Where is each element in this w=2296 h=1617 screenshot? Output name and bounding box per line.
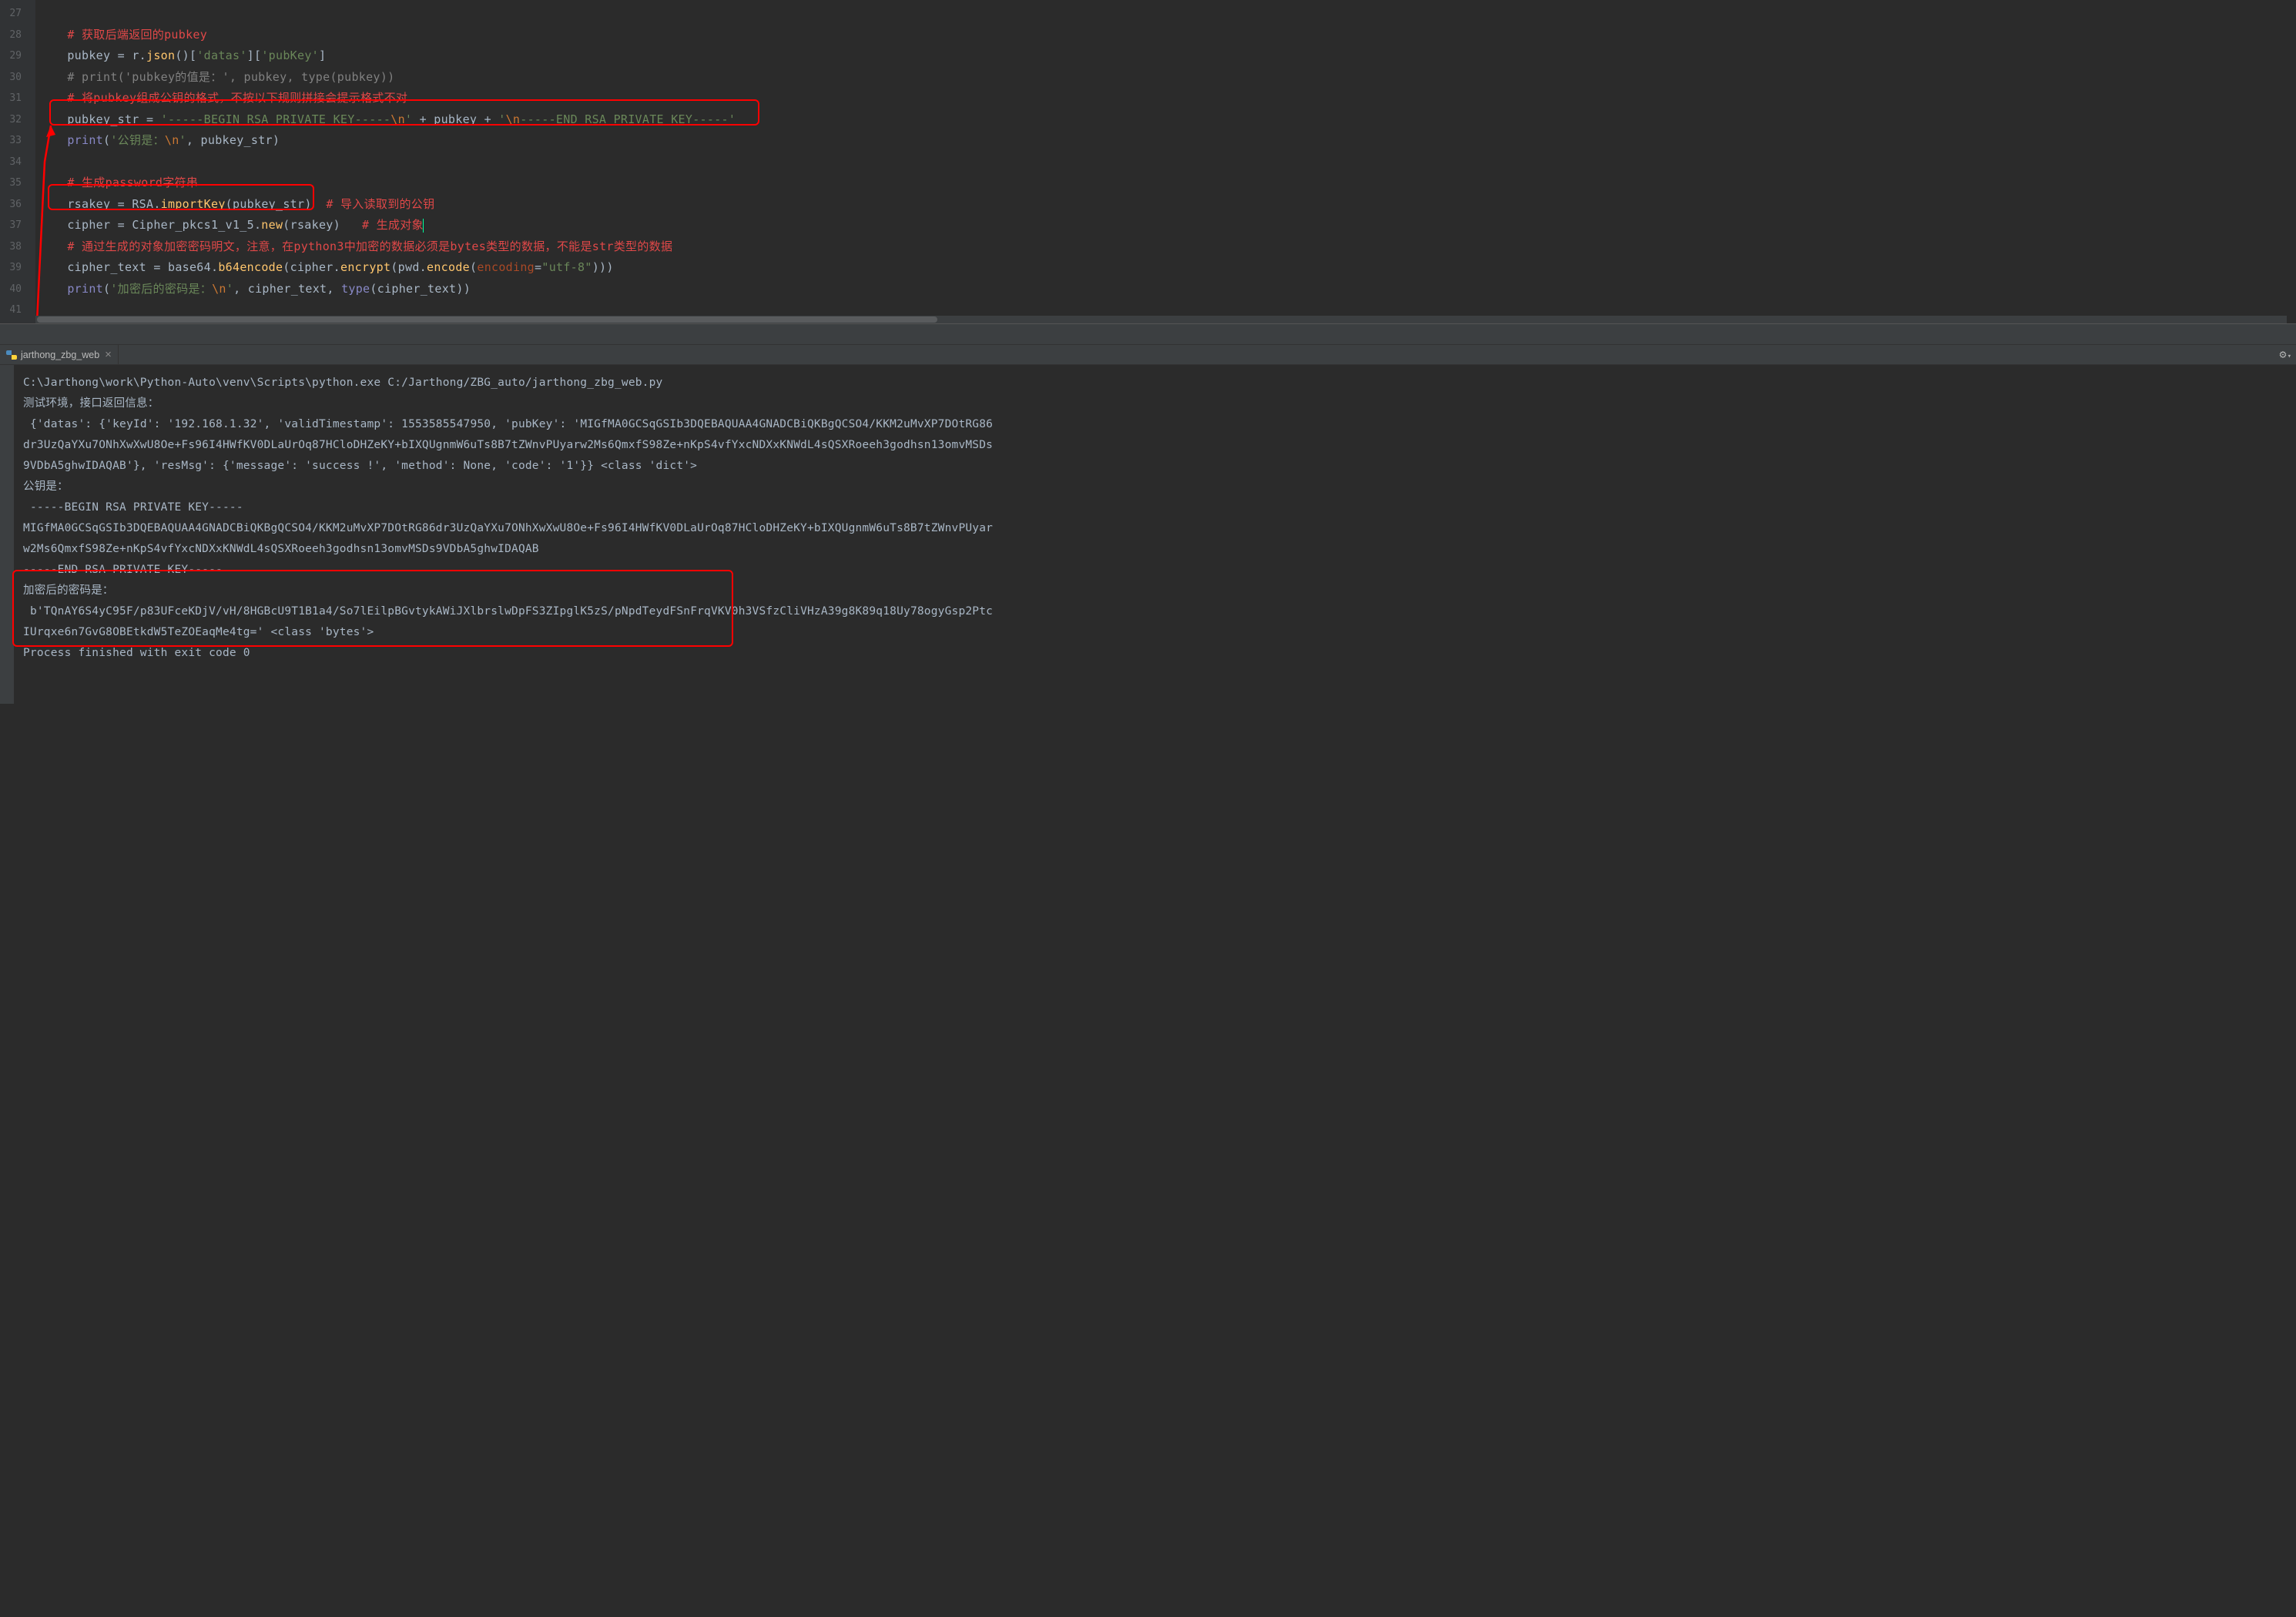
code-line[interactable]: # 生成password字符串 xyxy=(39,172,2296,194)
line-number: 33 xyxy=(0,130,35,152)
line-number: 41 xyxy=(0,300,35,321)
line-number: 31 xyxy=(0,88,35,109)
console-line: {'datas': {'keyId': '192.168.1.32', 'val… xyxy=(23,414,994,477)
code-line[interactable]: # 将pubkey组成公钥的格式，不按以下规则拼接会提示格式不对 xyxy=(39,88,2296,109)
editor-caret xyxy=(423,219,424,233)
console-line: C:\Jarthong\work\Python-Auto\venv\Script… xyxy=(23,373,994,393)
code-line[interactable]: pubkey = r.json()['datas']['pubKey'] xyxy=(39,45,2296,67)
python-icon xyxy=(6,350,17,360)
run-settings-button[interactable]: ⚙▾ xyxy=(2280,347,2291,361)
line-number: 39 xyxy=(0,257,35,279)
code-line[interactable]: # print('pubkey的值是：', pubkey, type(pubke… xyxy=(39,67,2296,89)
console-line: 公钥是： xyxy=(23,477,994,497)
code-line[interactable]: pubkey_str = '-----BEGIN RSA PRIVATE KEY… xyxy=(39,109,2296,131)
code-editor[interactable]: 27 28 29 30 31 32 33 34 35 36 37 38 39 4… xyxy=(0,0,2296,323)
code-line[interactable]: rsakey = RSA.importKey(pubkey_str) # 导入读… xyxy=(39,194,2296,216)
scrollbar-thumb[interactable] xyxy=(37,316,937,323)
run-console[interactable]: C:\Jarthong\work\Python-Auto\venv\Script… xyxy=(0,365,2296,704)
line-number: 34 xyxy=(0,152,35,173)
console-line: MIGfMA0GCSqGSIb3DQEBAQUAA4GNADCBiQKBgQCS… xyxy=(23,518,994,560)
console-tool-strip[interactable] xyxy=(0,365,14,704)
console-line: -----BEGIN RSA PRIVATE KEY----- xyxy=(23,497,994,518)
console-line: 加密后的密码是： xyxy=(23,581,994,601)
console-line: -----END RSA PRIVATE KEY----- xyxy=(23,560,994,581)
console-output[interactable]: C:\Jarthong\work\Python-Auto\venv\Script… xyxy=(23,373,2296,664)
console-line: 测试环境，接口返回信息： xyxy=(23,393,994,414)
code-line[interactable]: print('加密后的密码是：\n', cipher_text, type(ci… xyxy=(39,279,2296,300)
line-number-gutter: 27 28 29 30 31 32 33 34 35 36 37 38 39 4… xyxy=(0,0,35,323)
editor-horizontal-scrollbar[interactable] xyxy=(35,316,2287,323)
run-tab-bar: jarthong_zbg_web × ⚙▾ xyxy=(0,345,2296,365)
code-line[interactable]: # 通过生成的对象加密密码明文，注意，在python3中加密的数据必须是byte… xyxy=(39,236,2296,258)
code-line[interactable] xyxy=(39,152,2296,173)
line-number: 40 xyxy=(0,279,35,300)
line-number: 29 xyxy=(0,45,35,67)
gear-icon: ⚙ xyxy=(2280,347,2287,361)
code-line[interactable]: # 获取后端返回的pubkey xyxy=(39,25,2296,46)
code-line[interactable]: cipher = Cipher_pkcs1_v1_5.new(rsakey) #… xyxy=(39,215,2296,236)
code-line[interactable]: cipher_text = base64.b64encode(cipher.en… xyxy=(39,257,2296,279)
line-number: 36 xyxy=(0,194,35,216)
code-line[interactable]: print('公钥是：\n', pubkey_str) xyxy=(39,130,2296,152)
console-line: b'TQnAY6S4yC95F/p83UFceKDjV/vH/8HGBcU9T1… xyxy=(23,601,994,643)
line-number: 28 xyxy=(0,25,35,46)
line-number: 30 xyxy=(0,67,35,89)
chevron-down-icon: ▾ xyxy=(2288,353,2291,360)
run-tab-label: jarthong_zbg_web xyxy=(21,350,99,360)
close-icon[interactable]: × xyxy=(105,348,112,361)
line-number: 38 xyxy=(0,236,35,258)
code-line[interactable] xyxy=(39,3,2296,25)
line-number: 35 xyxy=(0,172,35,194)
console-line: Process finished with exit code 0 xyxy=(23,643,994,664)
pane-splitter[interactable] xyxy=(0,323,2296,345)
line-number: 27 xyxy=(0,3,35,25)
code-text-area[interactable]: # 获取后端返回的pubkey pubkey = r.json()['datas… xyxy=(35,0,2296,321)
line-number: 32 xyxy=(0,109,35,131)
run-config-tab[interactable]: jarthong_zbg_web × xyxy=(0,345,119,364)
line-number: 37 xyxy=(0,215,35,236)
